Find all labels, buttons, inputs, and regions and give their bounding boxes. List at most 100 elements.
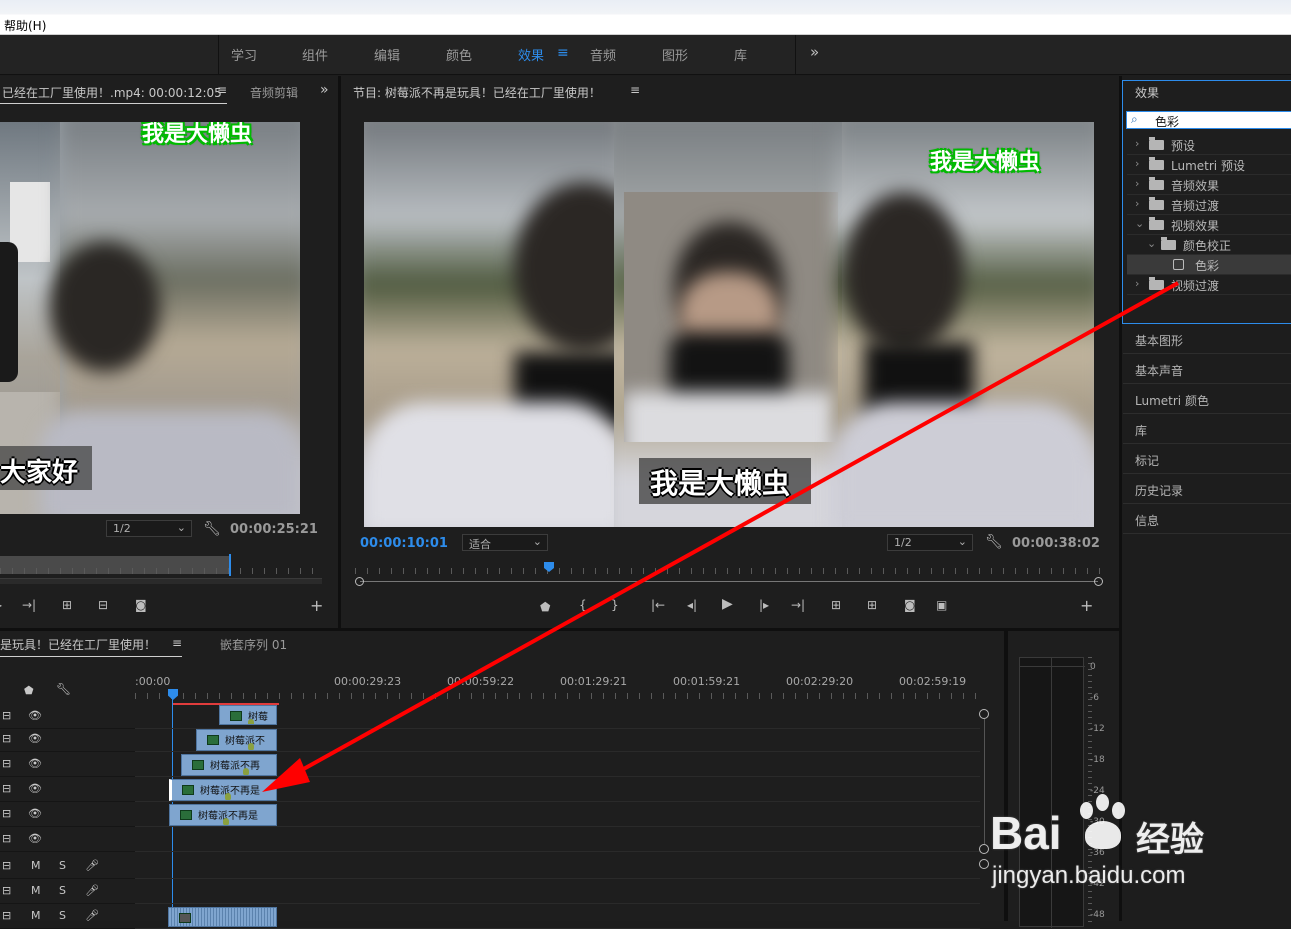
tab-nested-sequence[interactable]: 嵌套序列 01 xyxy=(220,636,287,653)
keyframe-marker[interactable] xyxy=(248,743,254,750)
source-overflow-icon[interactable]: » xyxy=(320,82,329,98)
video-clip[interactable]: 树莓派不 xyxy=(196,729,277,751)
keyframe-marker[interactable] xyxy=(248,719,254,724)
wrench-icon[interactable]: 🔧︎ xyxy=(203,521,221,537)
extract-icon[interactable]: ⊞ xyxy=(867,598,877,612)
camera-icon[interactable]: ◙ xyxy=(904,598,916,612)
workspace-overflow-icon[interactable]: » xyxy=(810,43,819,61)
add-marker-icon[interactable]: ⬟ xyxy=(540,600,550,614)
step-back-icon[interactable]: ◂| xyxy=(687,598,697,612)
effects-tree-item[interactable]: › 音频效果 xyxy=(1127,175,1291,195)
solo-button[interactable]: S xyxy=(59,884,66,897)
effects-tree-item[interactable]: ⌄ 视频效果 xyxy=(1127,215,1291,235)
side-panel-tab[interactable]: 信息 xyxy=(1123,504,1291,534)
source-playhead[interactable] xyxy=(229,554,231,576)
track-output-icon[interactable]: ⊟ xyxy=(2,807,11,820)
microphone-icon[interactable]: 🎤︎ xyxy=(85,909,99,922)
program-monitor-title[interactable]: 节目: 树莓派不再是玩具！已经在工厂里使用！ xyxy=(353,84,601,101)
audio-clip[interactable] xyxy=(168,907,277,927)
effects-search-input[interactable]: ⌕ 色彩 xyxy=(1126,111,1291,129)
eye-icon[interactable]: 👁︎ xyxy=(28,757,42,770)
wrench-icon[interactable]: 🔧︎ xyxy=(985,534,1003,550)
effects-tree-item[interactable]: › 音频过渡 xyxy=(1127,195,1291,215)
track-output-icon[interactable]: ⊟ xyxy=(2,884,11,897)
side-panel-tab[interactable]: 历史记录 xyxy=(1123,474,1291,504)
track-output-icon[interactable]: ⊟ xyxy=(2,832,11,845)
side-panel-tab[interactable]: 库 xyxy=(1123,414,1291,444)
video-clip[interactable]: 树莓 xyxy=(219,705,277,725)
source-monitor-title[interactable]: 已经在工厂里使用！.mp4: 00:00:12:05 xyxy=(2,84,222,101)
menu-help[interactable]: 帮助(H) xyxy=(4,17,46,34)
source-zoom-scrollbar[interactable] xyxy=(0,578,322,584)
eye-icon[interactable]: 👁︎ xyxy=(28,709,42,722)
track-output-icon[interactable]: ⊟ xyxy=(2,709,11,722)
workspace-tab-graphics[interactable]: 图形 xyxy=(662,45,688,64)
marker-icon[interactable]: ⬟ xyxy=(24,684,34,697)
video-clip[interactable]: 树莓派不再是 xyxy=(169,804,277,826)
solo-button[interactable]: S xyxy=(59,859,66,872)
overwrite-icon[interactable]: ⊟ xyxy=(98,598,108,612)
chevron-right-icon[interactable]: › xyxy=(1135,277,1139,290)
chevron-right-icon[interactable]: › xyxy=(1135,137,1139,150)
chevron-down-icon[interactable]: ⌄ xyxy=(1135,217,1144,230)
keyframe-marker[interactable] xyxy=(223,818,229,825)
effects-tree-item[interactable]: 色彩 xyxy=(1127,255,1291,275)
keyframe-marker[interactable] xyxy=(243,768,249,775)
effects-tree-item[interactable]: › Lumetri 预设 xyxy=(1127,155,1291,175)
program-monitor-menu-icon[interactable]: ≡ xyxy=(630,83,640,97)
play-icon[interactable]: ▶ xyxy=(722,596,733,612)
track-output-icon[interactable]: ⊟ xyxy=(2,859,11,872)
go-to-out-icon[interactable]: →| xyxy=(791,598,805,612)
effects-tree-item[interactable]: › 视频过渡 xyxy=(1127,275,1291,295)
chevron-right-icon[interactable]: › xyxy=(1135,157,1139,170)
effects-panel-title[interactable]: 效果 xyxy=(1135,84,1159,101)
source-zoom-select[interactable]: 1/2 ⌄ xyxy=(106,520,192,537)
keyframe-marker[interactable] xyxy=(225,793,231,800)
source-video-frame[interactable]: 我是大懒虫 大家好 xyxy=(0,122,300,514)
chevron-down-icon[interactable]: ⌄ xyxy=(1147,237,1156,250)
go-to-out-icon[interactable]: →| xyxy=(22,598,36,612)
workspace-tab-editing[interactable]: 编辑 xyxy=(374,45,400,64)
microphone-icon[interactable]: 🎤︎ xyxy=(85,859,99,872)
solo-button[interactable]: S xyxy=(59,909,66,922)
side-panel-tab[interactable]: 基本声音 xyxy=(1123,354,1291,384)
camera-icon[interactable]: ◙ xyxy=(135,598,147,612)
eye-icon[interactable]: 👁︎ xyxy=(28,832,42,845)
mute-button[interactable]: M xyxy=(31,909,41,922)
track-output-icon[interactable]: ⊟ xyxy=(2,732,11,745)
step-icon[interactable]: ▸ xyxy=(0,598,2,612)
add-button-icon[interactable]: + xyxy=(310,596,323,615)
workspace-tab-libraries[interactable]: 库 xyxy=(734,45,747,64)
eye-icon[interactable]: 👁︎ xyxy=(28,807,42,820)
program-zoom-select[interactable]: 1/2 ⌄ xyxy=(887,534,973,551)
program-fit-select[interactable]: 适合 ⌄ xyxy=(462,534,548,551)
tab-audio-clip[interactable]: 音频剪辑 xyxy=(250,84,298,101)
insert-icon[interactable]: ⊞ xyxy=(62,598,72,612)
track-output-icon[interactable]: ⊟ xyxy=(2,909,11,922)
add-button-icon[interactable]: + xyxy=(1080,596,1093,615)
workspace-tab-assembly[interactable]: 组件 xyxy=(302,45,328,64)
workspace-tab-audio[interactable]: 音频 xyxy=(590,45,616,64)
timeline-tab-active[interactable]: 是玩具！已经在工厂里使用！ xyxy=(0,636,156,653)
workspace-tab-color[interactable]: 颜色 xyxy=(446,45,472,64)
effects-tree-item[interactable]: › 预设 xyxy=(1127,135,1291,155)
program-timecode[interactable]: 00:00:10:01 xyxy=(360,536,448,551)
track-output-icon[interactable]: ⊟ xyxy=(2,782,11,795)
side-panel-tab[interactable]: 标记 xyxy=(1123,444,1291,474)
mute-button[interactable]: M xyxy=(31,884,41,897)
lift-icon[interactable]: ⊞ xyxy=(831,598,841,612)
eye-icon[interactable]: 👁︎ xyxy=(28,782,42,795)
workspace-tab-effects[interactable]: 效果 xyxy=(518,45,544,64)
track-output-icon[interactable]: ⊟ xyxy=(2,757,11,770)
microphone-icon[interactable]: 🎤︎ xyxy=(85,884,99,897)
video-clip[interactable]: 树莓派不再 xyxy=(181,754,277,776)
mark-in-icon[interactable]: { xyxy=(579,598,587,612)
eye-icon[interactable]: 👁︎ xyxy=(28,732,42,745)
workspace-menu-icon[interactable]: ≡ xyxy=(557,45,569,61)
wrench-icon[interactable]: 🔧︎ xyxy=(56,682,71,696)
side-panel-tab[interactable]: 基本图形 xyxy=(1123,324,1291,354)
program-zoom-scrollbar[interactable] xyxy=(360,581,1098,582)
program-video-frame[interactable]: 我是大懒虫 我是大懒虫 xyxy=(364,122,1094,527)
chevron-right-icon[interactable]: › xyxy=(1135,177,1139,190)
effects-tree-item[interactable]: ⌄ 颜色校正 xyxy=(1127,235,1291,255)
